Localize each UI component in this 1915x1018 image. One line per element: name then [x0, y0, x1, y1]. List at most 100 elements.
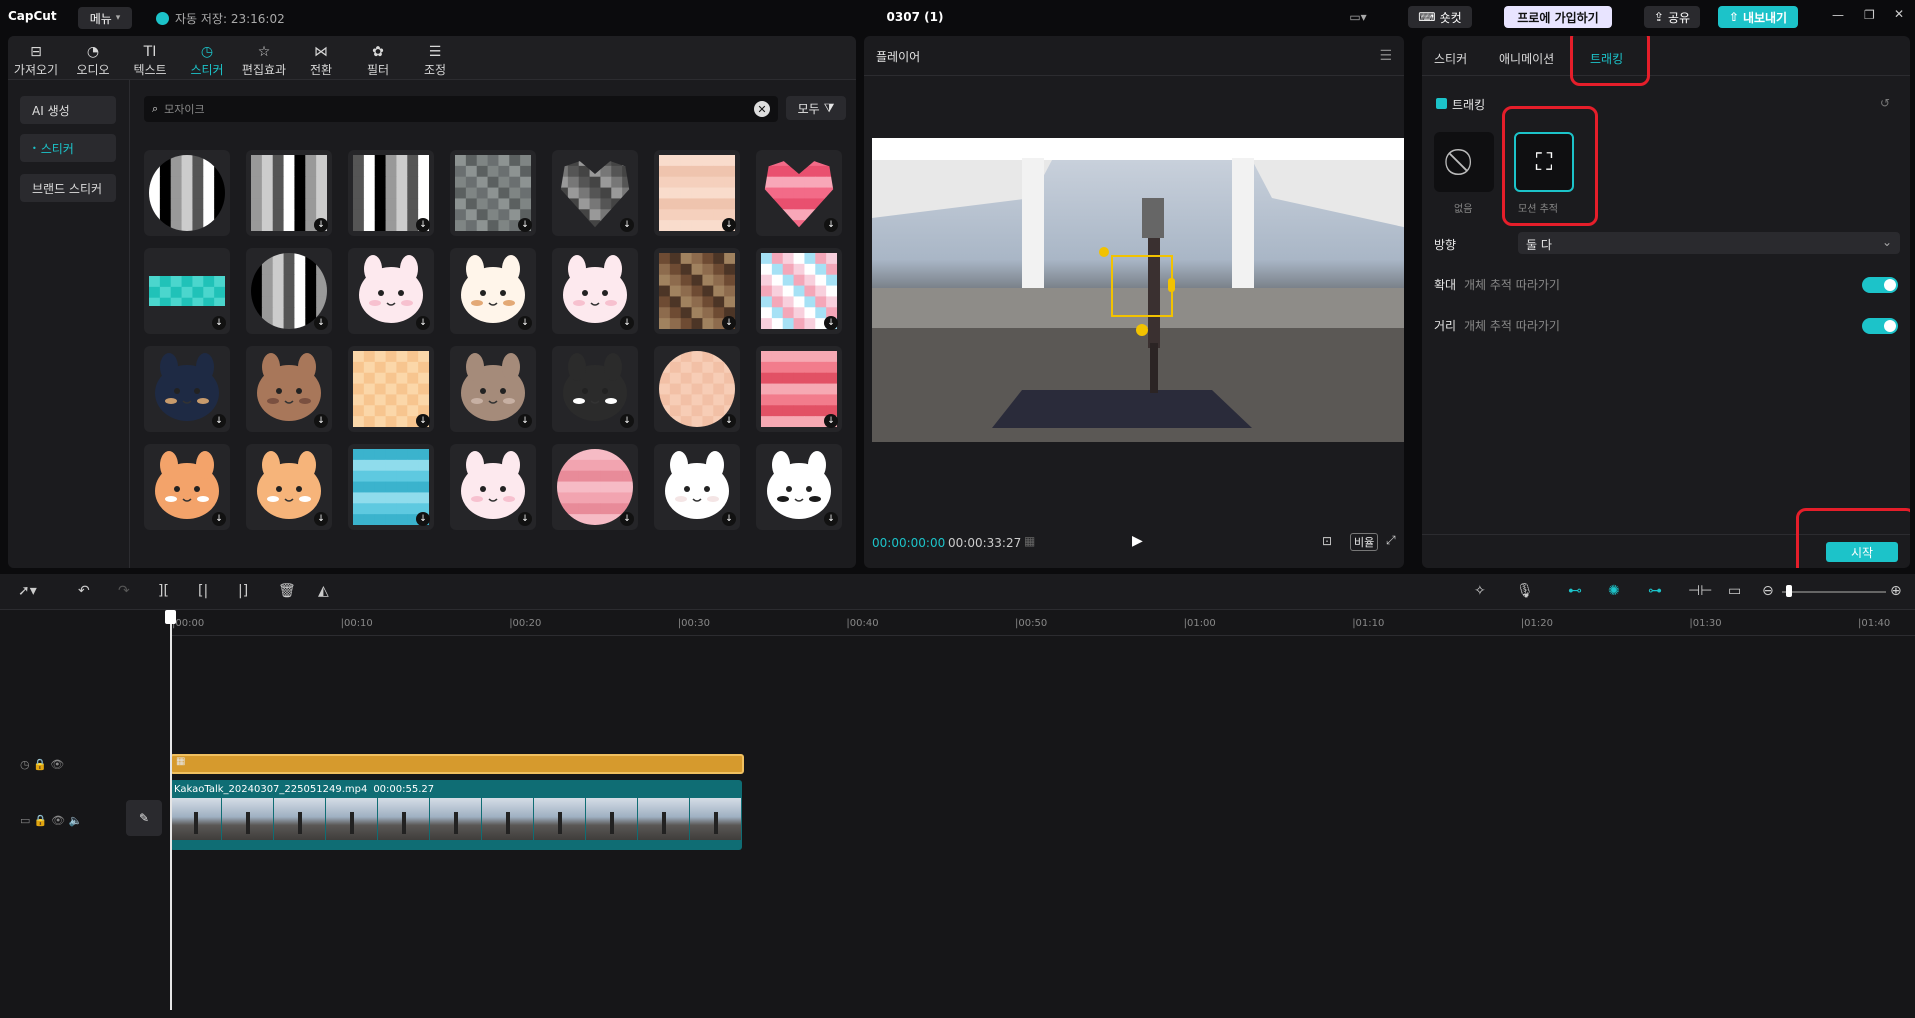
- tracking-checkbox[interactable]: [1436, 98, 1447, 109]
- tab-text[interactable]: TI 텍스트: [122, 40, 178, 78]
- tab-animation[interactable]: 애니메이션: [1499, 50, 1554, 67]
- download-icon[interactable]: ↓: [620, 512, 634, 526]
- shortcuts-button[interactable]: ⌨ 숏컷: [1408, 6, 1472, 28]
- magnet-icon[interactable]: ✺: [1608, 583, 1620, 599]
- sticker-item[interactable]: ↓: [246, 150, 332, 236]
- download-icon[interactable]: ↓: [620, 218, 634, 232]
- download-icon[interactable]: ↓: [416, 316, 430, 330]
- video-clip[interactable]: KakaoTalk_20240307_225051249.mp4 00:00:5…: [170, 780, 742, 850]
- sticker-item[interactable]: ↓: [450, 150, 536, 236]
- download-icon[interactable]: ↓: [314, 512, 328, 526]
- sticker-item[interactable]: ↓: [552, 346, 638, 432]
- sidebar-item-ai[interactable]: AI 생성: [20, 96, 116, 124]
- sticker-item[interactable]: ↓: [552, 248, 638, 334]
- zoom-in-icon[interactable]: ⊕: [1890, 583, 1902, 599]
- preview-axis-icon[interactable]: ▭: [1728, 583, 1741, 599]
- download-icon[interactable]: ↓: [824, 414, 838, 428]
- download-icon[interactable]: ↓: [722, 414, 736, 428]
- playhead[interactable]: [170, 610, 172, 1010]
- sticker-item[interactable]: [144, 150, 230, 236]
- download-icon[interactable]: ↓: [416, 218, 430, 232]
- download-icon[interactable]: ↓: [620, 414, 634, 428]
- tab-effects[interactable]: ☆ 편집효과: [236, 40, 292, 78]
- download-icon[interactable]: ↓: [314, 414, 328, 428]
- microphone-icon[interactable]: 🎙: [1516, 583, 1534, 599]
- link-main-icon[interactable]: ⊷: [1568, 583, 1582, 599]
- tab-import[interactable]: ⊟ 가져오기: [8, 40, 64, 78]
- sticker-item[interactable]: ↓: [552, 150, 638, 236]
- search-input[interactable]: ⌕ 모자이크 ✕: [144, 96, 778, 122]
- sticker-item[interactable]: ↓: [654, 346, 740, 432]
- download-icon[interactable]: ↓: [824, 218, 838, 232]
- direction-select[interactable]: 둘 다 ⌄: [1518, 232, 1900, 254]
- download-icon[interactable]: ↓: [416, 512, 430, 526]
- sticker-item[interactable]: ↓: [246, 248, 332, 334]
- download-icon[interactable]: ↓: [518, 414, 532, 428]
- sticker-item[interactable]: ↓: [654, 150, 740, 236]
- sticker-item[interactable]: ↓: [756, 150, 842, 236]
- delete-icon[interactable]: 🗑: [278, 583, 296, 599]
- download-icon[interactable]: ↓: [518, 512, 532, 526]
- sticker-item[interactable]: ↓: [756, 248, 842, 334]
- tab-audio[interactable]: ◔ 오디오: [65, 40, 121, 78]
- mirror-icon[interactable]: ◭: [318, 583, 329, 599]
- close-icon[interactable]: ✕: [1894, 7, 1904, 21]
- sticker-item[interactable]: ↓: [450, 444, 536, 530]
- reset-icon[interactable]: ↺: [1880, 96, 1890, 110]
- sticker-item[interactable]: ↓: [348, 346, 434, 432]
- tab-sticker-settings[interactable]: 스티커: [1434, 50, 1467, 67]
- sticker-item[interactable]: ↓: [144, 346, 230, 432]
- download-icon[interactable]: ↓: [620, 316, 634, 330]
- sticker-item[interactable]: ↓: [144, 248, 230, 334]
- sticker-item[interactable]: ↓: [654, 248, 740, 334]
- snapshot-icon[interactable]: ⊡: [1322, 534, 1332, 548]
- select-tool-icon[interactable]: ➚▾: [18, 583, 37, 599]
- download-icon[interactable]: ↓: [416, 414, 430, 428]
- zoom-slider[interactable]: [1782, 591, 1886, 593]
- pro-join-button[interactable]: 프로에 가입하기: [1504, 6, 1612, 28]
- split-icon[interactable]: ][: [158, 583, 169, 599]
- option-none-button[interactable]: ⃠: [1434, 132, 1494, 192]
- tab-adjust[interactable]: ☰ 조정: [407, 40, 463, 78]
- tab-sticker[interactable]: ◷ 스티커: [179, 40, 235, 78]
- sidebar-item-brand[interactable]: 브랜드 스티커: [20, 174, 116, 202]
- sticker-item[interactable]: ↓: [756, 444, 842, 530]
- cover-edit-button[interactable]: ✎: [126, 800, 162, 836]
- tab-transition[interactable]: ⋈ 전환: [293, 40, 349, 78]
- export-button[interactable]: ⇧ 내보내기: [1718, 6, 1798, 28]
- download-icon[interactable]: ↓: [722, 512, 736, 526]
- undo-icon[interactable]: ↶: [78, 583, 90, 599]
- grid-icon[interactable]: ▦: [1024, 534, 1035, 548]
- sticker-item[interactable]: ↓: [654, 444, 740, 530]
- download-icon[interactable]: ↓: [722, 316, 736, 330]
- sticker-item[interactable]: ↓: [756, 346, 842, 432]
- sticker-item[interactable]: ↓: [144, 444, 230, 530]
- sticker-item[interactable]: ↓: [348, 150, 434, 236]
- redo-icon[interactable]: ↷: [118, 583, 130, 599]
- ratio-button[interactable]: 비율: [1350, 533, 1379, 551]
- download-icon[interactable]: ↓: [314, 316, 328, 330]
- zoom-out-icon[interactable]: ⊖: [1762, 583, 1774, 599]
- fullscreen-icon[interactable]: ⤢: [1386, 533, 1396, 548]
- play-icon[interactable]: ▶: [1132, 533, 1143, 549]
- clear-search-icon[interactable]: ✕: [754, 101, 770, 117]
- download-icon[interactable]: ↓: [518, 218, 532, 232]
- sticker-item[interactable]: ↓: [552, 444, 638, 530]
- download-icon[interactable]: ↓: [212, 414, 226, 428]
- download-icon[interactable]: ↓: [314, 218, 328, 232]
- playhead-handle[interactable]: [165, 610, 176, 624]
- download-icon[interactable]: ↓: [212, 512, 226, 526]
- zoom-slider-handle[interactable]: [1786, 585, 1792, 597]
- download-icon[interactable]: ↓: [722, 218, 736, 232]
- filter-dropdown[interactable]: 모두 ⧩: [786, 96, 846, 120]
- video-preview[interactable]: [872, 138, 1404, 442]
- tab-filter[interactable]: ✿ 필터: [350, 40, 406, 78]
- sticker-item[interactable]: ↓: [450, 346, 536, 432]
- scale-toggle[interactable]: [1862, 277, 1898, 293]
- download-icon[interactable]: ↓: [824, 316, 838, 330]
- sticker-item[interactable]: ↓: [348, 248, 434, 334]
- link-icon[interactable]: ⊶: [1648, 583, 1662, 599]
- split-preview-icon[interactable]: ⊣⊢: [1688, 583, 1712, 599]
- sticker-item[interactable]: ↓: [246, 346, 332, 432]
- ai-tool-icon[interactable]: ✧: [1474, 583, 1486, 599]
